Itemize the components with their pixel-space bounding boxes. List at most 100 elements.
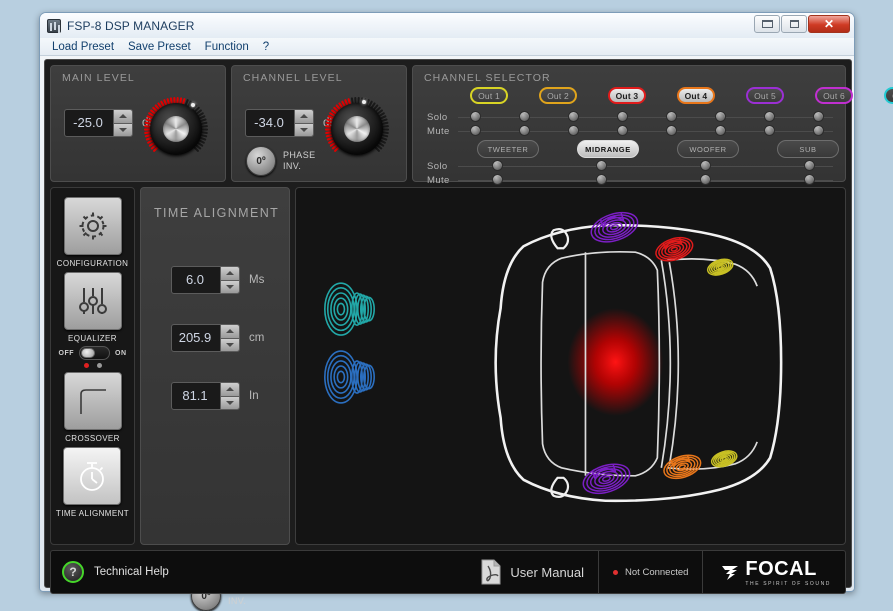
mute-led-group-3[interactable] xyxy=(700,174,711,185)
car-speaker-layout-view[interactable] xyxy=(295,187,846,545)
speaker-bottom-purple[interactable] xyxy=(580,459,634,499)
configuration-button[interactable] xyxy=(64,197,122,255)
solo-led-out-8[interactable] xyxy=(813,111,824,122)
user-manual-label[interactable]: User Manual xyxy=(510,565,584,580)
speaker-rear-left-woofer[interactable] xyxy=(325,351,374,403)
speaker-front-left-tweeter[interactable] xyxy=(325,283,374,335)
time-alignment-decrement-1[interactable] xyxy=(220,281,239,294)
time-alignment-decrement-2[interactable] xyxy=(220,339,239,352)
time-alignment-phase-line2: INV. xyxy=(228,596,261,607)
solo-led-group-4[interactable] xyxy=(804,160,815,171)
main-level-knob[interactable] xyxy=(139,92,213,166)
chevron-down-icon xyxy=(226,343,234,347)
speaker-bottom-yellow[interactable] xyxy=(710,448,739,470)
sidebar-item-time-alignment[interactable]: TIME ALIGNMENT xyxy=(56,447,129,518)
mute-led-group-4[interactable] xyxy=(804,174,815,185)
equalizer-toggle-knob[interactable] xyxy=(81,348,95,358)
menu-help[interactable]: ? xyxy=(256,40,276,54)
group-button-sub[interactable]: SUB xyxy=(777,140,839,158)
user-manual-group[interactable]: User Manual xyxy=(466,559,598,585)
group-button-woofer[interactable]: WOOFER xyxy=(677,140,739,158)
output-button-7[interactable]: Out 7 xyxy=(884,87,893,104)
maximize-button[interactable] xyxy=(781,15,807,33)
crossover-button[interactable] xyxy=(64,372,122,430)
mute-label-bottom: Mute xyxy=(427,175,450,186)
output-button-1[interactable]: Out 1 xyxy=(470,87,508,104)
speaker-top-purple[interactable] xyxy=(588,207,642,247)
mute-led-out-4[interactable] xyxy=(617,125,628,136)
channel-level-decrement[interactable] xyxy=(294,124,313,137)
mute-led-group-2[interactable] xyxy=(596,174,607,185)
channel-level-input[interactable]: -34.0 xyxy=(245,109,314,137)
equalizer-power-toggle[interactable]: OFF ON xyxy=(59,346,127,360)
group-button-tweeter[interactable]: TWEETER xyxy=(477,140,539,158)
channel-level-knob-disc xyxy=(344,116,370,142)
sidebar-item-crossover[interactable]: CROSSOVER xyxy=(64,372,122,443)
solo-led-out-4[interactable] xyxy=(617,111,628,122)
time-alignment-increment-2[interactable] xyxy=(220,325,239,339)
solo-led-out-6[interactable] xyxy=(715,111,726,122)
output-button-3[interactable]: Out 3 xyxy=(608,87,646,104)
solo-led-out-3[interactable] xyxy=(568,111,579,122)
main-level-input[interactable]: -25.0 xyxy=(64,109,133,137)
mute-led-out-5[interactable] xyxy=(666,125,677,136)
output-button-4[interactable]: Out 4 xyxy=(677,87,715,104)
channel-phase-group: 0º PHASE INV. xyxy=(246,146,316,176)
output-button-5[interactable]: Out 5 xyxy=(746,87,784,104)
maximize-icon xyxy=(790,20,799,28)
equalizer-button[interactable] xyxy=(64,272,122,330)
minimize-button[interactable] xyxy=(754,15,780,33)
mute-led-out-6[interactable] xyxy=(715,125,726,136)
main-level-increment[interactable] xyxy=(113,110,132,124)
time-alignment-increment-1[interactable] xyxy=(220,267,239,281)
output-button-label: Out 3 xyxy=(616,91,639,101)
chevron-up-icon xyxy=(226,387,234,391)
solo-led-out-5[interactable] xyxy=(666,111,677,122)
time-alignment-panel-title: TIME ALIGNMENT xyxy=(154,206,279,220)
main-level-decrement[interactable] xyxy=(113,124,132,137)
solo-led-group-3[interactable] xyxy=(700,160,711,171)
connection-status-label: Not Connected xyxy=(625,567,688,578)
time-alignment-increment-3[interactable] xyxy=(220,383,239,397)
output-button-2[interactable]: Out 2 xyxy=(539,87,577,104)
mute-led-out-7[interactable] xyxy=(764,125,775,136)
mute-led-out-1[interactable] xyxy=(470,125,481,136)
menu-save-preset[interactable]: Save Preset xyxy=(121,40,198,54)
mute-led-group-1[interactable] xyxy=(492,174,503,185)
time-alignment-decrement-3[interactable] xyxy=(220,397,239,410)
channel-phase-invert-button[interactable]: 0º xyxy=(246,146,276,176)
channel-level-knob[interactable] xyxy=(320,92,394,166)
group-button-midrange[interactable]: MIDRANGE xyxy=(577,140,639,158)
speaker-top-red[interactable] xyxy=(653,233,696,265)
menu-load-preset[interactable]: Load Preset xyxy=(45,40,121,54)
time-alignment-button[interactable] xyxy=(63,447,121,505)
time-alignment-input-3[interactable]: 81.1 xyxy=(171,382,240,410)
channel-level-increment[interactable] xyxy=(294,110,313,124)
gear-icon xyxy=(76,209,110,243)
solo-led-out-7[interactable] xyxy=(764,111,775,122)
status-bar: ? Technical Help User Manual Not Connect… xyxy=(50,550,846,594)
speaker-bottom-orange[interactable] xyxy=(661,451,704,483)
solo-led-out-1[interactable] xyxy=(470,111,481,122)
technical-help-icon[interactable]: ? xyxy=(62,561,84,583)
menu-function[interactable]: Function xyxy=(198,40,256,54)
solo-led-group-1[interactable] xyxy=(492,160,503,171)
sidebar-item-equalizer[interactable]: EQUALIZER OFF ON xyxy=(59,272,127,368)
chevron-down-icon xyxy=(300,128,308,132)
time-alignment-input-1[interactable]: 6.0 xyxy=(171,266,240,294)
solo-led-out-2[interactable] xyxy=(519,111,530,122)
group-button-label: TWEETER xyxy=(488,145,529,154)
technical-help-label[interactable]: Technical Help xyxy=(94,566,169,578)
output-button-6[interactable]: Out 6 xyxy=(815,87,853,104)
sidebar-item-configuration[interactable]: CONFIGURATION xyxy=(57,197,129,268)
speaker-top-yellow[interactable] xyxy=(706,256,735,278)
equalizer-toggle-track[interactable] xyxy=(79,346,110,360)
group-slot-4: SUB xyxy=(758,140,858,158)
mute-led-out-2[interactable] xyxy=(519,125,530,136)
mute-led-out-3[interactable] xyxy=(568,125,579,136)
mute-led-out-8[interactable] xyxy=(813,125,824,136)
solo-led-group-2[interactable] xyxy=(596,160,607,171)
close-button[interactable]: ✕ xyxy=(808,15,850,33)
time-alignment-input-2[interactable]: 205.9 xyxy=(171,324,240,352)
channel-level-title: CHANNEL LEVEL xyxy=(243,72,343,84)
